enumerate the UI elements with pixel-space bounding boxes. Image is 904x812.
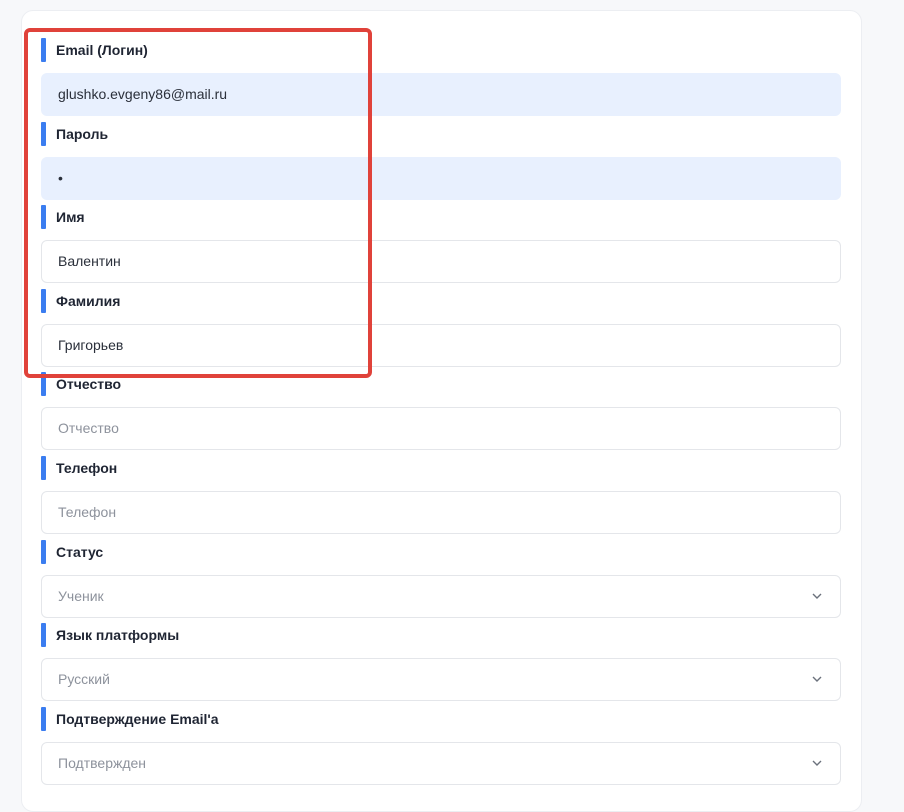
email-input-value: glushko.evgeny86@mail.ru <box>58 86 228 102</box>
language-field-group: Язык платформы Русский <box>41 623 841 701</box>
label-accent-bar <box>41 289 46 313</box>
status-label: Статус <box>41 540 841 564</box>
first-name-input-value: Валентин <box>58 253 121 269</box>
last-name-input[interactable]: Григорьев <box>41 324 841 367</box>
middle-name-placeholder: Отчество <box>58 420 119 436</box>
middle-name-label: Отчество <box>41 372 841 396</box>
phone-label: Телефон <box>41 456 841 480</box>
first-name-input[interactable]: Валентин <box>41 240 841 283</box>
last-name-label: Фамилия <box>41 289 841 313</box>
language-select-value: Русский <box>58 671 110 687</box>
middle-name-field-group: Отчество Отчество <box>41 372 841 450</box>
language-label: Язык платформы <box>41 623 841 647</box>
status-select[interactable]: Ученик <box>41 575 841 618</box>
label-accent-bar <box>41 205 46 229</box>
password-input-value: • <box>58 170 63 186</box>
email-confirm-field-group: Подтверждение Email'a Подтвержден <box>41 707 841 785</box>
status-field-group: Статус Ученик <box>41 540 841 618</box>
email-confirm-select[interactable]: Подтвержден <box>41 742 841 785</box>
phone-input[interactable]: Телефон <box>41 491 841 534</box>
label-accent-bar <box>41 707 46 731</box>
label-accent-bar <box>41 623 46 647</box>
password-label: Пароль <box>41 122 841 146</box>
email-label: Email (Логин) <box>41 38 841 62</box>
chevron-down-icon <box>812 676 822 682</box>
password-input[interactable]: • <box>41 157 841 200</box>
label-accent-bar <box>41 38 46 62</box>
chevron-down-icon <box>812 760 822 766</box>
middle-name-input[interactable]: Отчество <box>41 407 841 450</box>
email-input[interactable]: glushko.evgeny86@mail.ru <box>41 73 841 116</box>
phone-placeholder: Телефон <box>58 504 117 520</box>
chevron-down-icon <box>812 593 822 599</box>
last-name-input-value: Григорьев <box>58 337 124 353</box>
label-accent-bar <box>41 122 46 146</box>
email-field-group: Email (Логин) glushko.evgeny86@mail.ru <box>41 38 841 116</box>
label-accent-bar <box>41 540 46 564</box>
status-select-value: Ученик <box>58 588 104 604</box>
label-accent-bar <box>41 456 46 480</box>
first-name-field-group: Имя Валентин <box>41 205 841 283</box>
phone-field-group: Телефон Телефон <box>41 456 841 534</box>
label-accent-bar <box>41 372 46 396</box>
password-field-group: Пароль • <box>41 122 841 200</box>
email-confirm-select-value: Подтвержден <box>58 755 147 771</box>
language-select[interactable]: Русский <box>41 658 841 701</box>
first-name-label: Имя <box>41 205 841 229</box>
last-name-field-group: Фамилия Григорьев <box>41 289 841 367</box>
email-confirm-label: Подтверждение Email'a <box>41 707 841 731</box>
